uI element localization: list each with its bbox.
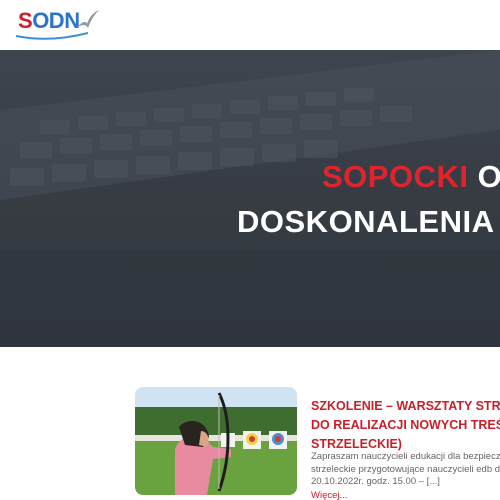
post-excerpt-line: strzeleckie przygotowujące nauczycieli e… [311, 463, 500, 475]
hero-banner: SOPOCKI O DOSKONALENIA [0, 50, 500, 347]
hero-title-line2: DOSKONALENIA [237, 204, 495, 239]
site-header: SODN [0, 0, 500, 50]
post-thumbnail[interactable] [135, 387, 297, 495]
post-card: SZKOLENIE – WARSZTATY STRZ DO REALIZACJI… [135, 387, 500, 500]
archery-photo-image [135, 387, 297, 495]
logo-swoosh-icon [16, 32, 88, 40]
logo-text: SODN [18, 8, 80, 33]
post-title-link[interactable]: SZKOLENIE – WARSZTATY STRZ DO REALIZACJI… [311, 397, 500, 454]
site-logo[interactable]: SODN [16, 6, 100, 42]
hero-title-line1: SOPOCKI O [322, 158, 500, 196]
hero-overlay [0, 50, 500, 347]
post-title-line: SZKOLENIE – WARSZTATY STRZ [311, 399, 500, 413]
post-title-line: DO REALIZACJI NOWYCH TREŚ [311, 418, 500, 432]
post-excerpt-line: Zapraszam nauczycieli edukacji dla bezpi… [311, 451, 500, 462]
seagull-logo-icon [76, 10, 99, 28]
hero-title-white: O [477, 159, 500, 194]
read-more-link[interactable]: Więcej... [311, 490, 347, 500]
post-excerpt: Zapraszam nauczycieli edukacji dla bezpi… [311, 451, 500, 489]
hero-title-red: SOPOCKI [322, 159, 469, 194]
post-excerpt-line: 20.10.2022r. godz. 15.00 – [...] [311, 476, 440, 487]
